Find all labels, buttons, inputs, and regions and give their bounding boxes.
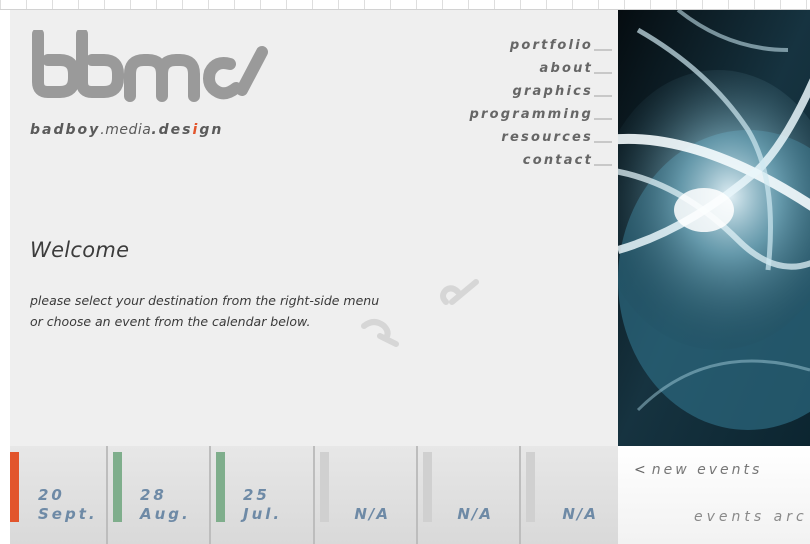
top-ruler — [0, 0, 810, 10]
main-nav-menu: portfolio about graphics programming res… — [442, 30, 612, 168]
tagline-badboy: badboy — [30, 122, 101, 138]
calendar-date: N/A — [354, 505, 390, 523]
nav-item-contact[interactable]: contact — [442, 145, 612, 168]
calendar-marker-bar — [526, 452, 535, 522]
nav-label: portfolio — [509, 38, 593, 53]
nav-label: contact — [522, 153, 593, 168]
calendar-marker-bar — [423, 452, 432, 522]
nav-underline-mark — [594, 141, 612, 143]
nav-label: graphics — [512, 84, 593, 99]
nav-item-programming[interactable]: programming — [442, 99, 612, 122]
tagline-des: des — [158, 122, 193, 138]
events-panel: < new events events arc — [618, 446, 810, 544]
calendar-cell[interactable]: 20 Sept. — [10, 446, 106, 544]
nav-underline-mark — [594, 118, 612, 120]
calendar-cell[interactable]: N/A — [519, 446, 618, 544]
nav-underline-mark — [594, 164, 612, 166]
abstract-light-art — [618, 10, 810, 446]
nav-item-graphics[interactable]: graphics — [442, 76, 612, 99]
brand-tagline: badboy.media.design — [30, 122, 223, 138]
calendar-cell[interactable]: 28 Aug. — [106, 446, 209, 544]
events-text: events arc — [694, 509, 808, 525]
calendar-date: 25 Jul. — [243, 486, 283, 523]
tagline-gn: gn — [199, 122, 224, 138]
calendar-marker-bar — [10, 452, 19, 522]
hero-abstract-image — [618, 10, 810, 446]
calendar-marker-bar — [320, 452, 329, 522]
nav-label: programming — [469, 107, 593, 122]
nav-underline-mark — [594, 49, 612, 51]
logo-icon — [32, 28, 268, 102]
welcome-text: please select your destination from the … — [30, 290, 379, 332]
calendar-marker-bar — [113, 452, 122, 522]
nav-item-resources[interactable]: resources — [442, 122, 612, 145]
nav-item-about[interactable]: about — [442, 53, 612, 76]
calendar-cell[interactable]: N/A — [313, 446, 416, 544]
tagline-media: media — [105, 122, 152, 138]
swirl-decoration-icon — [440, 279, 479, 305]
welcome-line-2: or choose an event from the calendar bel… — [30, 314, 311, 329]
nav-underline-mark — [594, 95, 612, 97]
chevron-left-icon: < — [634, 462, 646, 478]
calendar-date: 20 Sept. — [38, 486, 98, 523]
nav-label: resources — [501, 130, 593, 145]
welcome-title: Welcome — [30, 238, 130, 262]
nav-item-portfolio[interactable]: portfolio — [442, 30, 612, 53]
calendar-date: 28 Aug. — [140, 486, 191, 523]
event-calendar-strip: 20 Sept. 28 Aug. 25 Jul. N/A N/A N/A — [10, 446, 618, 544]
nav-label: about — [539, 61, 593, 76]
calendar-date: N/A — [562, 505, 598, 523]
nav-underline-mark — [594, 72, 612, 74]
main-panel: badboy.media.design portfolio about grap… — [10, 10, 618, 446]
new-events-link[interactable]: < new events — [634, 462, 762, 478]
new-events-label: new events — [651, 462, 763, 478]
calendar-marker-bar — [216, 452, 225, 522]
calendar-cell[interactable]: 25 Jul. — [209, 446, 313, 544]
swirl-decoration-icon — [361, 319, 399, 347]
calendar-cell[interactable]: N/A — [416, 446, 519, 544]
bbmc-logo[interactable] — [30, 28, 270, 102]
welcome-line-1: please select your destination from the … — [30, 293, 380, 308]
calendar-date: N/A — [457, 505, 493, 523]
tagline-dot: . — [151, 122, 159, 138]
